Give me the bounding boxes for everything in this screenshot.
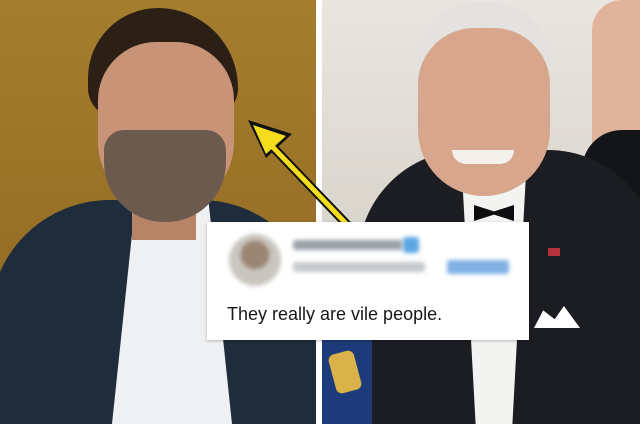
flag-pin [548,248,560,256]
left-photo [0,0,316,424]
verified-badge-icon [403,237,419,253]
tweet-text: They really are vile people. [227,304,443,324]
composite-image: They really are vile people. [0,0,640,424]
tweet-card: They really are vile people. [207,222,529,340]
blurred-handle [293,262,425,272]
blurred-avatar [229,234,281,286]
blurred-follow-button [447,260,509,274]
right-photo [322,0,640,424]
smile [452,150,514,164]
blurred-username [293,240,403,250]
right-face [418,28,550,196]
